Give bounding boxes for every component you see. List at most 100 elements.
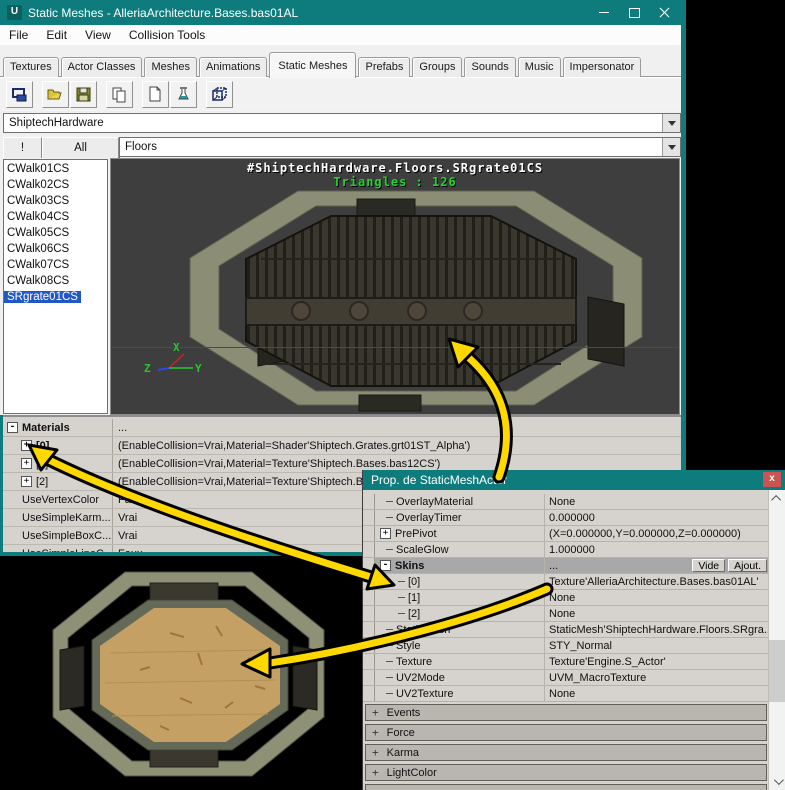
scrollbar-thumb[interactable]: [769, 640, 785, 702]
menubar: File Edit View Collision Tools: [0, 25, 686, 45]
tab-static-meshes[interactable]: Static Meshes: [269, 52, 357, 78]
table-row[interactable]: OverlayTimer 0.000000: [363, 510, 769, 526]
expand-icon[interactable]: +: [21, 440, 32, 451]
refresh-button[interactable]: !: [3, 137, 42, 159]
dock-icon: [12, 88, 27, 102]
list-item[interactable]: CWalk08CS: [4, 273, 107, 289]
open-folder-icon: [47, 89, 62, 100]
package-row: ShiptechHardware: [0, 111, 686, 135]
category-karma[interactable]: + Karma: [365, 744, 767, 761]
mesh-list[interactable]: CWalk01CS CWalk02CS CWalk03CS CWalk04CS …: [3, 159, 108, 414]
build-flask-icon: [178, 87, 189, 100]
table-row[interactable]: + PrePivot (X=0.000000,Y=0.000000,Z=0.000…: [363, 526, 769, 542]
menu-file[interactable]: File: [0, 28, 37, 42]
minimize-button[interactable]: [592, 0, 616, 25]
chevron-down-icon: [667, 120, 676, 126]
table-row[interactable]: OverlayMaterial None: [363, 494, 769, 510]
table-row[interactable]: UV2Texture None: [363, 686, 769, 702]
category-force[interactable]: + Force: [365, 724, 767, 741]
copy-icon: [112, 87, 126, 103]
cube-icon: [212, 87, 227, 101]
ajout-button[interactable]: Ajout.: [728, 559, 767, 572]
expand-icon[interactable]: +: [21, 476, 32, 487]
list-item[interactable]: CWalk01CS: [4, 161, 107, 177]
actor-properties-window: Prop. de StaticMeshActor x OverlayMateri…: [362, 470, 785, 790]
mesh-viewport[interactable]: #ShiptechHardware.Floors.SRgrate01CS Tri…: [110, 158, 680, 415]
tab-music[interactable]: Music: [517, 57, 561, 77]
menu-edit[interactable]: Edit: [37, 28, 76, 42]
chevron-down-icon: [667, 144, 676, 150]
tab-groups[interactable]: Groups: [412, 57, 463, 77]
scroll-down-button[interactable]: [769, 773, 785, 790]
properties-titlebar[interactable]: Prop. de StaticMeshActor: [363, 470, 785, 490]
tab-sounds[interactable]: Sounds: [464, 57, 516, 77]
save-package-button[interactable]: [70, 81, 97, 108]
table-row[interactable]: Texture Texture'Engine.S_Actor': [363, 654, 769, 670]
expand-icon[interactable]: +: [380, 528, 391, 539]
table-row[interactable]: UV2Mode UVM_MacroTexture: [363, 670, 769, 686]
dock-button[interactable]: [6, 81, 33, 108]
list-item[interactable]: CWalk06CS: [4, 241, 107, 257]
tab-impersonator[interactable]: Impersonator: [562, 57, 642, 77]
window-title: Static Meshes - AlleriaArchitecture.Base…: [28, 5, 299, 20]
menu-view[interactable]: View: [76, 28, 120, 42]
category-partial[interactable]: [365, 784, 767, 790]
table-row[interactable]: StaticMesh StaticMesh'ShiptechHardware.F…: [363, 622, 769, 638]
table-row[interactable]: ScaleGlow 1.000000: [363, 542, 769, 558]
tab-prefabs[interactable]: Prefabs: [358, 57, 411, 77]
table-row[interactable]: [0] Texture'AlleriaArchitecture.Bases.ba…: [363, 574, 769, 590]
tab-meshes[interactable]: Meshes: [144, 57, 197, 77]
tab-actor-classes[interactable]: Actor Classes: [60, 57, 143, 77]
package-combo[interactable]: ShiptechHardware: [3, 113, 681, 133]
list-item[interactable]: CWalk03CS: [4, 193, 107, 209]
tab-animations[interactable]: Animations: [198, 57, 268, 77]
list-item-selected[interactable]: SRgrate01CS: [4, 289, 107, 305]
unreal-logo-icon: U: [7, 5, 22, 20]
expand-icon[interactable]: +: [21, 458, 32, 469]
category-lightcolor[interactable]: + LightColor: [365, 764, 767, 781]
grate-mesh-render: [157, 190, 643, 412]
horizon-line: [111, 347, 679, 348]
table-row[interactable]: + [0] (EnableCollision=Vrai,Material=Shad…: [0, 437, 681, 455]
package-combo-dropdown[interactable]: [662, 114, 680, 132]
list-item[interactable]: CWalk02CS: [4, 177, 107, 193]
viewport-triangle-count: Triangles : 126: [333, 175, 457, 189]
expand-icon: +: [372, 746, 379, 759]
collapse-icon[interactable]: -: [380, 560, 391, 571]
new-button[interactable]: [142, 81, 169, 108]
properties-close-button[interactable]: x: [763, 472, 781, 487]
maximize-icon: [628, 7, 640, 18]
browser-tabstrip: Textures Actor Classes Meshes Animations…: [0, 45, 686, 78]
properties-scrollbar[interactable]: [768, 490, 785, 790]
list-item[interactable]: CWalk04CS: [4, 209, 107, 225]
viewport-mesh-name: #ShiptechHardware.Floors.SRgrate01CS: [246, 161, 544, 175]
scroll-up-button[interactable]: [769, 490, 785, 507]
cube-view-button[interactable]: [206, 81, 233, 108]
menu-collision-tools[interactable]: Collision Tools: [120, 28, 214, 42]
table-row[interactable]: [1] None: [363, 590, 769, 606]
close-button[interactable]: [652, 0, 676, 25]
table-row[interactable]: [2] None: [363, 606, 769, 622]
vide-button[interactable]: Vide: [692, 559, 726, 572]
collapse-icon[interactable]: -: [7, 422, 18, 433]
table-row-selected[interactable]: - Skins ... Vide Ajout.: [363, 558, 769, 574]
build-button[interactable]: [170, 81, 197, 108]
wood-mesh-render: [52, 571, 325, 777]
table-row[interactable]: Style STY_Normal: [363, 638, 769, 654]
all-groups-button[interactable]: All: [42, 137, 119, 159]
properties-title: Prop. de StaticMeshActor: [371, 473, 508, 487]
group-combo-dropdown[interactable]: [662, 138, 680, 156]
list-item[interactable]: CWalk05CS: [4, 225, 107, 241]
table-row[interactable]: - Materials ...: [0, 419, 681, 437]
tab-textures[interactable]: Textures: [3, 57, 59, 77]
category-events[interactable]: + Events: [365, 704, 767, 721]
list-item[interactable]: CWalk07CS: [4, 257, 107, 273]
expand-icon: +: [372, 706, 379, 719]
maximize-button[interactable]: [622, 0, 646, 25]
open-package-button[interactable]: [42, 81, 69, 108]
chevron-up-icon: [770, 494, 781, 505]
group-combo[interactable]: Floors: [119, 137, 681, 157]
titlebar[interactable]: U Static Meshes - AlleriaArchitecture.Ba…: [0, 0, 686, 25]
copy-button[interactable]: [106, 81, 133, 108]
expand-icon: +: [372, 766, 379, 779]
